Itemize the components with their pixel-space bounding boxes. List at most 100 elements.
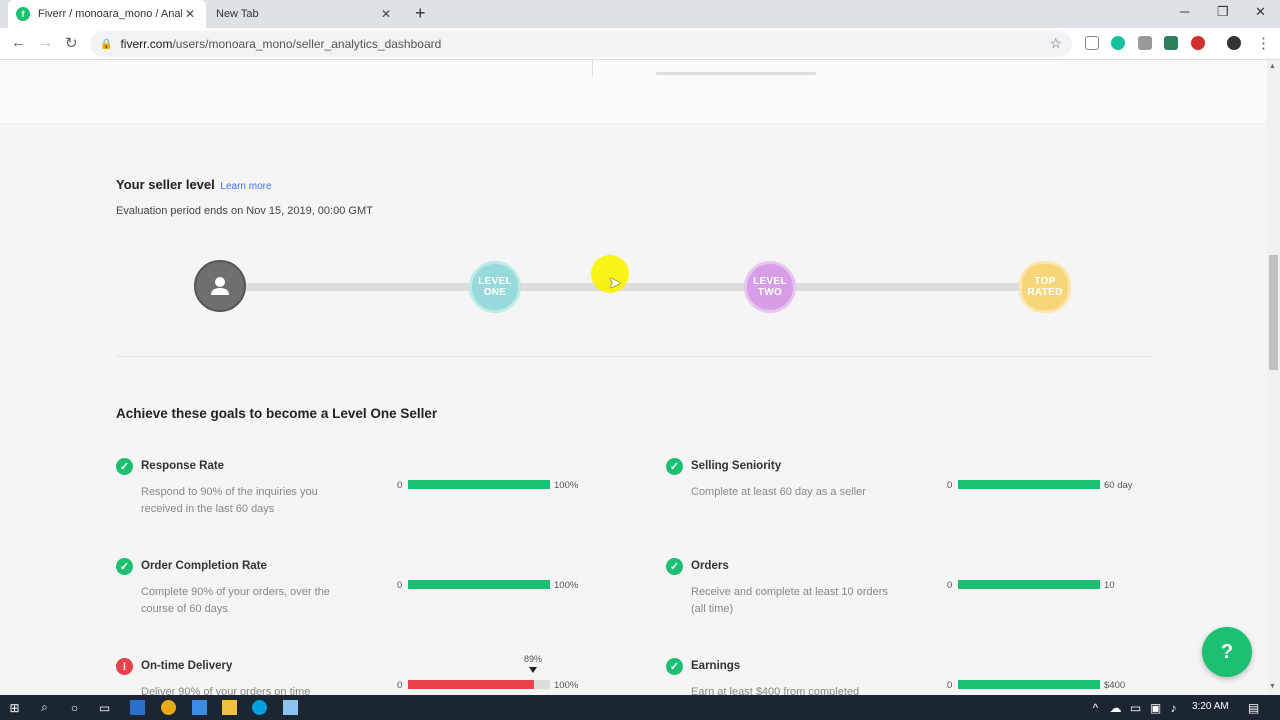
bookmark-star-icon[interactable]: ☆: [1049, 35, 1062, 52]
reload-icon[interactable]: ↻: [65, 34, 78, 52]
goal-on-time-delivery: ! On-time Delivery Deliver 90% of your o…: [116, 654, 596, 695]
cortana-icon[interactable]: ○: [67, 700, 82, 715]
scrollbar-thumb[interactable]: [1269, 255, 1278, 370]
recycle-extension-icon[interactable]: [1164, 36, 1178, 50]
window-close-icon[interactable]: ✕: [1255, 4, 1266, 20]
tab-title: New Tab: [216, 8, 259, 20]
goal-desc: Complete 90% of your orders, over the co…: [141, 586, 330, 615]
goal-progress-fill: [408, 480, 550, 489]
goal-progress-fill: [958, 480, 1100, 489]
goal-progress-bar: [408, 580, 550, 589]
grammarly-extension-icon[interactable]: [1111, 36, 1125, 50]
adblock-extension-icon[interactable]: [1191, 36, 1205, 50]
goal-target: 60 day: [1104, 480, 1133, 491]
tab-new-tab[interactable]: New Tab ✕: [206, 0, 404, 28]
page-content: Your seller level Learn more Evaluation …: [0, 60, 1267, 695]
skype-icon[interactable]: [252, 700, 267, 715]
volume-icon[interactable]: ♪: [1166, 700, 1181, 715]
check-icon: ✓: [666, 658, 683, 675]
file-explorer-icon[interactable]: [222, 700, 237, 715]
menu-dots-icon[interactable]: ⋮: [1256, 34, 1271, 52]
app-icon[interactable]: [192, 700, 207, 715]
goal-target: 100%: [554, 480, 579, 491]
windows-start-icon[interactable]: ⊞: [7, 700, 22, 715]
user-level-badge: [194, 260, 246, 312]
notifications-icon[interactable]: ▤: [1246, 700, 1261, 715]
address-bar[interactable]: 🔒 fiverr.com/users/monoara_mono/seller_a…: [90, 31, 1072, 57]
help-button[interactable]: ?: [1202, 627, 1252, 677]
tab-fiverr[interactable]: f Fiverr / monoara_mono / Analytic ✕: [8, 0, 206, 28]
tab-close-icon[interactable]: ✕: [182, 7, 198, 21]
forward-arrow-icon[interactable]: →: [38, 34, 53, 51]
network-icon[interactable]: ▣: [1148, 700, 1163, 715]
goal-desc: Earn at least $400 from completed: [691, 686, 860, 695]
scroll-up-icon[interactable]: ▲: [1269, 63, 1276, 70]
page-scrollbar[interactable]: ▲ ▼: [1267, 60, 1280, 695]
goal-target: $400: [1104, 680, 1126, 691]
goal-order-completion-rate: ✓ Order Completion Rate Complete 90% of …: [116, 558, 596, 628]
goal-name: Selling Seniority: [691, 460, 782, 472]
minimize-icon[interactable]: ─: [1180, 4, 1189, 19]
goal-target: 100%: [554, 580, 579, 591]
url-path: /users/monoara_mono/seller_analytics_das…: [172, 37, 442, 51]
taskbar-clock[interactable]: 3:20 AM: [1192, 701, 1229, 712]
check-icon: ✓: [116, 458, 133, 475]
goal-progress-bar: [408, 480, 550, 489]
goal-name: Orders: [691, 560, 729, 572]
goal-orders: ✓ Orders Receive and complete at least 1…: [666, 558, 1146, 628]
goal-min: 0: [397, 480, 403, 491]
seller-level-heading: Your seller level Learn more: [116, 177, 272, 192]
goal-desc: Receive and complete at least 10 orders …: [691, 586, 888, 615]
onedrive-icon[interactable]: ☁: [1108, 700, 1123, 715]
level-one-badge[interactable]: LEVEL ONE: [469, 261, 521, 313]
goal-target: 10: [1104, 580, 1115, 591]
scroll-down-icon[interactable]: ▼: [1269, 683, 1276, 690]
goal-selling-seniority: ✓ Selling Seniority Complete at least 60…: [666, 458, 1146, 528]
goal-desc: Deliver 90% of your orders on time: [141, 686, 311, 695]
goal-min: 0: [947, 680, 953, 691]
tab-close-icon[interactable]: ✕: [378, 7, 394, 21]
cast-extension-icon[interactable]: [1085, 36, 1099, 50]
fiverr-favicon-icon: f: [16, 7, 30, 21]
goal-min: 0: [947, 580, 953, 591]
windows-taskbar: ⊞ ⌕ ○ ▭ ^ ☁ ▭ ▣ ♪ 3:20 AM ▤: [0, 695, 1280, 720]
goal-desc: Respond to 90% of the inquiries you rece…: [141, 486, 318, 515]
goal-current-value: 89%: [524, 654, 543, 664]
task-view-icon[interactable]: ▭: [97, 700, 112, 715]
goal-progress-fill: [958, 580, 1100, 589]
back-arrow-icon[interactable]: ←: [11, 34, 26, 51]
search-icon[interactable]: ⌕: [37, 700, 52, 715]
goal-min: 0: [947, 480, 953, 491]
goal-name: On-time Delivery: [141, 660, 233, 672]
app-icon[interactable]: [283, 700, 298, 715]
goal-name: Earnings: [691, 660, 741, 672]
goal-earnings: ✓ Earnings Earn at least $400 from compl…: [666, 658, 1146, 695]
goal-progress-bar: [958, 680, 1100, 689]
url-host: fiverr.com: [120, 37, 173, 51]
goal-progress-fill: [958, 680, 1100, 689]
goal-progress-fill: [408, 680, 535, 689]
browser-tab-strip: f Fiverr / monoara_mono / Analytic ✕ New…: [0, 0, 1280, 28]
check-icon: ✓: [116, 558, 133, 575]
new-tab-plus-icon[interactable]: +: [415, 3, 426, 24]
top-rated-badge[interactable]: TOP RATED: [1019, 261, 1071, 313]
mouse-cursor-icon: ➤: [608, 275, 622, 292]
panel-divider: [592, 60, 593, 76]
level-two-badge[interactable]: LEVEL TWO: [744, 261, 796, 313]
profile-avatar-icon[interactable]: [1227, 36, 1241, 50]
browser-toolbar: ← → ↻ 🔒 fiverr.com/users/monoara_mono/se…: [0, 28, 1280, 60]
tray-chevron-icon[interactable]: ^: [1088, 700, 1103, 715]
restore-icon[interactable]: ❐: [1217, 4, 1229, 20]
app-icon[interactable]: [130, 700, 145, 715]
chrome-icon[interactable]: [161, 700, 176, 715]
goal-name: Response Rate: [141, 460, 225, 472]
goal-target: 100%: [554, 680, 579, 691]
user-icon: [211, 277, 229, 295]
battery-icon[interactable]: ▭: [1128, 700, 1143, 715]
goal-name: Order Completion Rate: [141, 560, 267, 572]
camera-extension-icon[interactable]: [1138, 36, 1152, 50]
learn-more-link[interactable]: Learn more: [220, 181, 271, 192]
partial-progress-bar: [656, 72, 816, 75]
goal-desc: Complete at least 60 day as a seller: [691, 486, 866, 498]
goal-progress-bar: [958, 580, 1100, 589]
